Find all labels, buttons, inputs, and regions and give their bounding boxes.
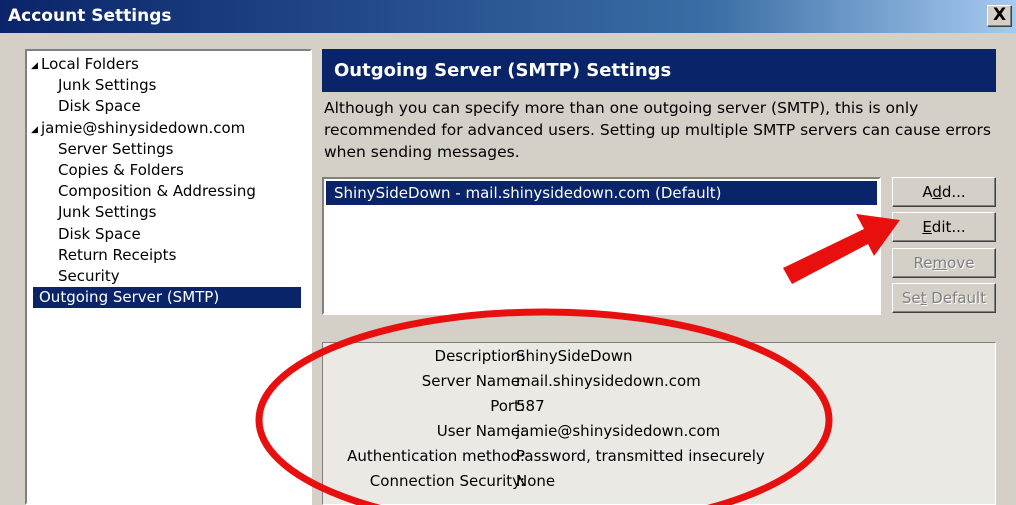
expand-triangle-icon[interactable]: ◢ (31, 120, 41, 141)
server-details: Description: ShinySideDown Server Name: … (322, 342, 996, 505)
detail-user-name: User Name: jamie@shinysidedown.com (436, 422, 721, 440)
tree-item-junk-settings-local[interactable]: Junk Settings (27, 75, 310, 96)
detail-server-name: Server Name: mail.shinysidedown.com (421, 372, 701, 390)
close-icon: X (992, 5, 1007, 25)
account-tree[interactable]: ◢ Local Folders Junk Settings Disk Space … (25, 49, 312, 505)
window-title: Account Settings (8, 6, 172, 26)
tree-item-server-settings[interactable]: Server Settings (27, 139, 310, 160)
tree-item-copies-folders[interactable]: Copies & Folders (27, 160, 310, 181)
panel-header: Outgoing Server (SMTP) Settings (322, 49, 996, 92)
tree-item-return-receipts[interactable]: Return Receipts (27, 245, 310, 266)
tree-item-outgoing-server[interactable]: Outgoing Server (SMTP) (27, 287, 310, 309)
set-default-button[interactable]: Set Default (892, 283, 996, 313)
tree-item-disk-space[interactable]: Disk Space (27, 224, 310, 245)
expand-triangle-icon[interactable]: ◢ (31, 56, 41, 77)
tree-item-account[interactable]: ◢ jamie@shinysidedown.com (27, 118, 310, 139)
close-button[interactable]: X (987, 5, 1012, 27)
detail-auth-method: Authentication method: Password, transmi… (347, 447, 765, 465)
detail-connection-security: Connection Security: None (369, 472, 556, 490)
tree-item-security[interactable]: Security (27, 266, 310, 287)
edit-button[interactable]: Edit... (892, 212, 996, 242)
remove-button[interactable]: Remove (892, 248, 996, 278)
add-button[interactable]: Add... (892, 177, 996, 207)
detail-port: Port: 587 (490, 397, 545, 415)
tree-item-local-folders[interactable]: ◢ Local Folders (27, 54, 310, 75)
tree-item-composition-addressing[interactable]: Composition & Addressing (27, 181, 310, 202)
title-bar: Account Settings X (0, 0, 1016, 33)
smtp-server-item[interactable]: ShinySideDown - mail.shinysidedown.com (… (326, 181, 877, 205)
tree-item-junk-settings[interactable]: Junk Settings (27, 202, 310, 223)
tree-item-disk-space-local[interactable]: Disk Space (27, 96, 310, 117)
panel-description: Although you can specify more than one o… (324, 99, 991, 161)
smtp-server-list[interactable]: ShinySideDown - mail.shinysidedown.com (… (322, 177, 881, 315)
detail-description: Description: ShinySideDown (434, 347, 633, 365)
